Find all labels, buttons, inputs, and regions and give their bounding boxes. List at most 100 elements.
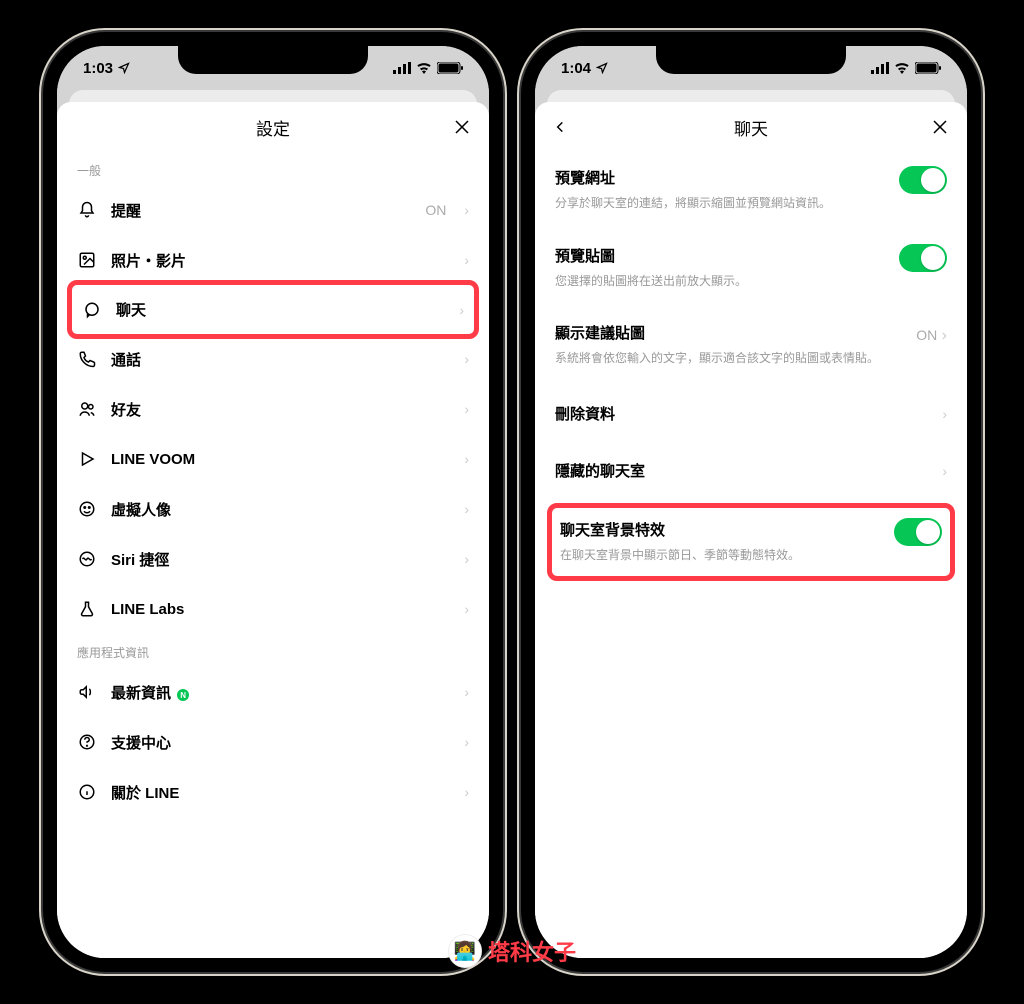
chevron-right-icon: ›	[464, 351, 469, 367]
row-label: 隱藏的聊天室	[555, 460, 928, 481]
siri-icon	[77, 549, 97, 569]
phone-mockup-left: 1:03 設定	[43, 32, 503, 972]
setting-preview-url: 預覽網址 分享於聊天室的連結，將顯示縮圖並預覽網站資訊。	[535, 152, 967, 230]
close-icon[interactable]	[931, 118, 949, 136]
chevron-right-icon: ›	[942, 327, 947, 344]
toggle-preview-url[interactable]	[899, 166, 947, 194]
row-label: 支援中心	[111, 732, 450, 753]
setting-desc: 您選擇的貼圖將在送出前放大顯示。	[555, 272, 947, 290]
row-avatar[interactable]: 虛擬人像 ›	[57, 484, 489, 534]
setting-desc: 在聊天室背景中顯示節日、季節等動態特效。	[560, 546, 942, 564]
row-line-voom[interactable]: LINE VOOM ›	[57, 434, 489, 484]
chevron-right-icon: ›	[464, 784, 469, 800]
setting-bg-effects-highlighted: 聊天室背景特效 在聊天室背景中顯示節日、季節等動態特效。	[547, 503, 955, 581]
battery-icon	[437, 62, 463, 74]
phone-notch	[656, 46, 846, 74]
battery-icon	[915, 62, 941, 74]
chevron-right-icon: ›	[459, 302, 464, 318]
info-icon	[77, 782, 97, 802]
row-chat-highlighted[interactable]: 聊天 ›	[67, 280, 479, 339]
page-title: 設定	[256, 115, 290, 140]
new-badge-icon: N	[177, 689, 189, 701]
row-label: 提醒	[111, 200, 411, 221]
back-icon[interactable]	[553, 118, 567, 136]
status-time: 1:04	[561, 60, 591, 77]
chevron-right-icon: ›	[464, 734, 469, 750]
chevron-right-icon: ›	[464, 451, 469, 467]
sheet-background: 聊天 預覽網址 分享於聊天室的連結，將顯示縮圖並預覽網站資訊。 預覽貼圖	[535, 90, 967, 958]
setting-title: 顯示建議貼圖	[555, 322, 645, 343]
signal-icon	[871, 62, 889, 74]
setting-preview-sticker: 預覽貼圖 您選擇的貼圖將在送出前放大顯示。	[535, 230, 967, 308]
phone-screen: 1:03 設定	[57, 46, 489, 958]
image-icon	[77, 250, 97, 270]
sheet-header: 設定	[57, 102, 489, 152]
setting-title: 聊天室背景特效	[560, 519, 665, 540]
chat-settings-sheet: 聊天 預覽網址 分享於聊天室的連結，將顯示縮圖並預覽網站資訊。 預覽貼圖	[535, 102, 967, 958]
bell-icon	[77, 200, 97, 220]
users-icon	[77, 399, 97, 419]
page-title: 聊天	[734, 115, 768, 140]
row-label: 虛擬人像	[111, 499, 450, 520]
row-call[interactable]: 通話 ›	[57, 334, 489, 384]
chevron-right-icon: ›	[464, 202, 469, 218]
phone-screen: 1:04	[535, 46, 967, 958]
row-label: 刪除資料	[555, 403, 928, 424]
watermark-avatar-icon: 👩‍💻	[448, 934, 482, 968]
setting-suggest-sticker[interactable]: 顯示建議貼圖 ON › 系統將會依您輸入的文字，顯示適合該文字的貼圖或表情貼。	[535, 308, 967, 385]
status-time: 1:03	[83, 60, 113, 77]
close-icon[interactable]	[453, 118, 471, 136]
location-icon	[118, 62, 130, 74]
phone-icon	[77, 349, 97, 369]
row-line-labs[interactable]: LINE Labs ›	[57, 584, 489, 634]
row-value: ON	[425, 202, 446, 218]
row-notifications[interactable]: 提醒 ON ›	[57, 185, 489, 235]
watermark: 👩‍💻 塔科女子	[448, 934, 576, 968]
setting-title: 預覽貼圖	[555, 245, 615, 266]
chevron-right-icon: ›	[464, 551, 469, 567]
signal-icon	[393, 62, 411, 74]
face-icon	[77, 499, 97, 519]
chevron-right-icon: ›	[464, 501, 469, 517]
wifi-icon	[894, 62, 910, 74]
row-about[interactable]: 關於 LINE ›	[57, 767, 489, 817]
row-photos-videos[interactable]: 照片・影片 ›	[57, 235, 489, 285]
row-siri[interactable]: Siri 捷徑 ›	[57, 534, 489, 584]
setting-title: 預覽網址	[555, 167, 615, 188]
flask-icon	[77, 599, 97, 619]
sheet-background: 設定 一般 提醒 ON ›	[57, 90, 489, 958]
chat-icon	[82, 300, 102, 320]
row-label: LINE VOOM	[111, 451, 450, 468]
phone-mockup-right: 1:04	[521, 32, 981, 972]
toggle-bg-effects[interactable]	[894, 518, 942, 546]
section-app-info: 應用程式資訊	[57, 634, 489, 667]
toggle-preview-sticker[interactable]	[899, 244, 947, 272]
chevron-right-icon: ›	[464, 601, 469, 617]
row-label: 聊天	[116, 299, 445, 320]
row-hidden-chats[interactable]: 隱藏的聊天室 ›	[535, 442, 967, 499]
row-delete-data[interactable]: 刪除資料 ›	[535, 385, 967, 442]
chevron-right-icon: ›	[464, 401, 469, 417]
chevron-right-icon: ›	[942, 406, 947, 422]
location-icon	[596, 62, 608, 74]
chevron-right-icon: ›	[942, 463, 947, 479]
settings-sheet: 設定 一般 提醒 ON ›	[57, 102, 489, 958]
row-news[interactable]: 最新資訊 N ›	[57, 667, 489, 717]
section-general: 一般	[57, 152, 489, 185]
wifi-icon	[416, 62, 432, 74]
watermark-text: 塔科女子	[488, 935, 576, 967]
help-icon	[77, 732, 97, 752]
play-icon	[77, 449, 97, 469]
row-label: Siri 捷徑	[111, 549, 450, 570]
row-friends[interactable]: 好友 ›	[57, 384, 489, 434]
sheet-header: 聊天	[535, 102, 967, 152]
chevron-right-icon: ›	[464, 252, 469, 268]
row-support[interactable]: 支援中心 ›	[57, 717, 489, 767]
row-label: 關於 LINE	[111, 782, 450, 803]
setting-value: ON	[916, 327, 937, 343]
megaphone-icon	[77, 682, 97, 702]
phone-notch	[178, 46, 368, 74]
row-label: 照片・影片	[111, 250, 450, 271]
setting-desc: 分享於聊天室的連結，將顯示縮圖並預覽網站資訊。	[555, 194, 947, 212]
row-label: 最新資訊 N	[111, 682, 450, 703]
